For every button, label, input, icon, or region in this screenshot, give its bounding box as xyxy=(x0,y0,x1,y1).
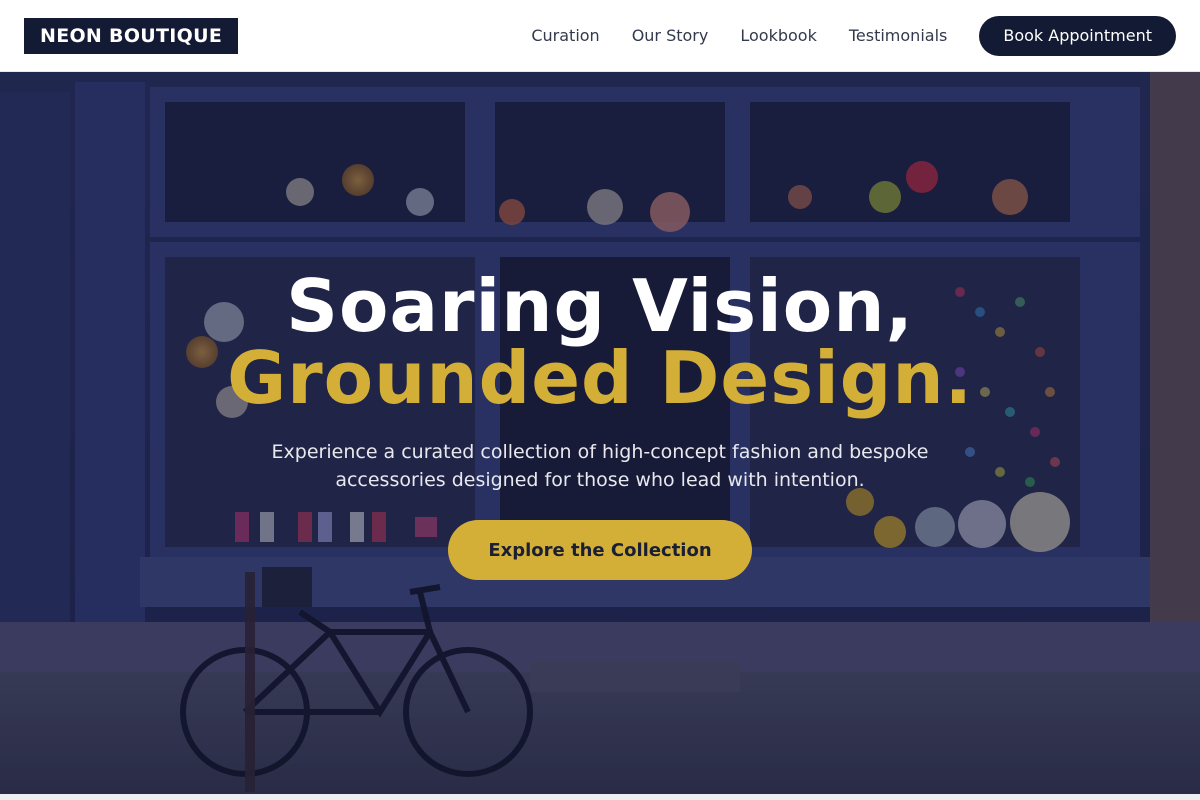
main-nav: Curation Our Story Lookbook Testimonials… xyxy=(531,15,1176,56)
site-header: NEON BOUTIQUE Curation Our Story Lookboo… xyxy=(0,0,1200,72)
nav-link-curation[interactable]: Curation xyxy=(531,26,599,45)
nav-link-our-story[interactable]: Our Story xyxy=(632,26,709,45)
hero-subtext: Experience a curated collection of high-… xyxy=(271,441,929,491)
nav-link-testimonials[interactable]: Testimonials xyxy=(849,26,948,45)
hero-headline-line1: Soaring Vision, xyxy=(286,264,914,348)
brand-logo[interactable]: NEON BOUTIQUE xyxy=(24,17,239,54)
hero-headline-line2: Grounded Design. xyxy=(227,336,973,420)
hero-content: Soaring Vision, Grounded Design. Experie… xyxy=(0,72,1200,794)
hero-section: Soaring Vision, Grounded Design. Experie… xyxy=(0,72,1200,794)
explore-collection-button[interactable]: Explore the Collection xyxy=(448,520,752,580)
section-divider xyxy=(0,794,1200,800)
nav-link-lookbook[interactable]: Lookbook xyxy=(740,26,816,45)
book-appointment-button[interactable]: Book Appointment xyxy=(979,15,1176,56)
